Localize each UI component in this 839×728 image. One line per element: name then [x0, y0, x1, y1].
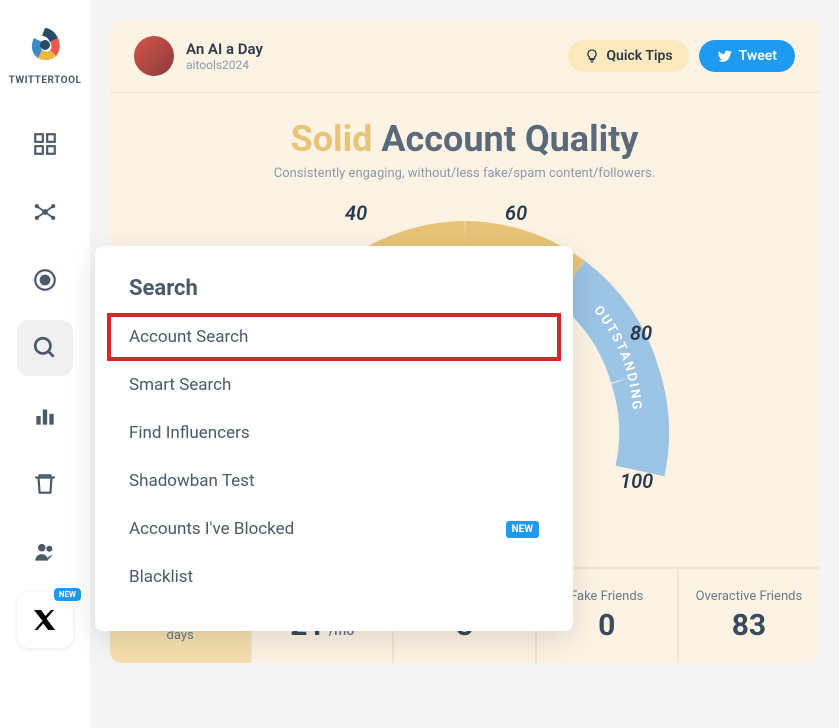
popup-item-label: Shadowban Test — [129, 471, 255, 491]
search-popup: Search Account Search Smart Search Find … — [95, 246, 573, 631]
profile-name: An AI a Day — [186, 40, 263, 58]
quality-word-rest: Account Quality — [381, 118, 638, 160]
search-icon — [32, 335, 58, 361]
trash-icon — [32, 471, 58, 497]
popup-item-smart-search[interactable]: Smart Search — [95, 361, 573, 409]
people-icon — [32, 539, 58, 565]
tweet-label: Tweet — [739, 48, 777, 64]
stat-overactive-friends: Overactive Friends 83 — [679, 569, 819, 663]
nav-search[interactable] — [17, 320, 73, 376]
popup-item-label: Blacklist — [129, 567, 193, 587]
twitter-icon — [717, 48, 733, 64]
popup-item-label: Accounts I've Blocked — [129, 519, 294, 539]
quick-tips-button[interactable]: Quick Tips — [568, 40, 688, 72]
popup-item-label: Find Influencers — [129, 423, 250, 443]
card-header: An AI a Day aitools2024 Quick Tips Tweet — [110, 20, 819, 93]
brand-logo — [20, 20, 70, 70]
lightbulb-icon — [584, 48, 600, 64]
nav-x[interactable]: NEW — [17, 592, 73, 648]
tweet-button[interactable]: Tweet — [699, 40, 795, 72]
profile-handle: aitools2024 — [186, 58, 263, 72]
popup-item-blacklist[interactable]: Blacklist — [95, 553, 573, 601]
popup-item-label: Account Search — [129, 327, 248, 347]
brand-name: TWITTERTOOL — [9, 75, 82, 86]
sidebar: TWITTERTOOL NEW — [0, 0, 90, 728]
nav-people[interactable] — [17, 524, 73, 580]
header-actions: Quick Tips Tweet — [568, 40, 795, 72]
gauge-tick-100: 100 — [620, 469, 653, 493]
x-logo-icon — [33, 608, 57, 632]
popup-item-account-search[interactable]: Account Search — [107, 313, 561, 361]
popup-item-find-influencers[interactable]: Find Influencers — [95, 409, 573, 457]
quality-subtitle: Consistently engaging, without/less fake… — [130, 166, 799, 181]
popup-title: Search — [95, 276, 573, 313]
quality-word-solid: Solid — [291, 118, 373, 160]
gauge-tick-40: 40 — [345, 201, 367, 225]
quality-heading: Solid Account Quality Consistently engag… — [110, 93, 819, 191]
nav-dashboard[interactable] — [17, 116, 73, 172]
stat-label: Overactive Friends — [687, 589, 811, 604]
dashboard-icon — [32, 131, 58, 157]
nav-network[interactable] — [17, 184, 73, 240]
popup-item-label: Smart Search — [129, 375, 231, 395]
new-pill: NEW — [506, 521, 539, 538]
target-icon — [32, 267, 58, 293]
chart-icon — [32, 403, 58, 429]
gauge-tick-80: 80 — [630, 321, 652, 345]
nav-trash[interactable] — [17, 456, 73, 512]
network-icon — [31, 198, 59, 226]
nav-target[interactable] — [17, 252, 73, 308]
profile-block: An AI a Day aitools2024 — [134, 36, 263, 76]
popup-item-accounts-blocked[interactable]: Accounts I've Blocked NEW — [95, 505, 573, 553]
quick-tips-label: Quick Tips — [606, 48, 672, 64]
nav-analytics[interactable] — [17, 388, 73, 444]
new-badge: NEW — [54, 588, 81, 601]
stat-value: 83 — [687, 608, 811, 643]
popup-item-shadowban-test[interactable]: Shadowban Test — [95, 457, 573, 505]
gauge-tick-60: 60 — [505, 201, 527, 225]
avatar — [134, 36, 174, 76]
